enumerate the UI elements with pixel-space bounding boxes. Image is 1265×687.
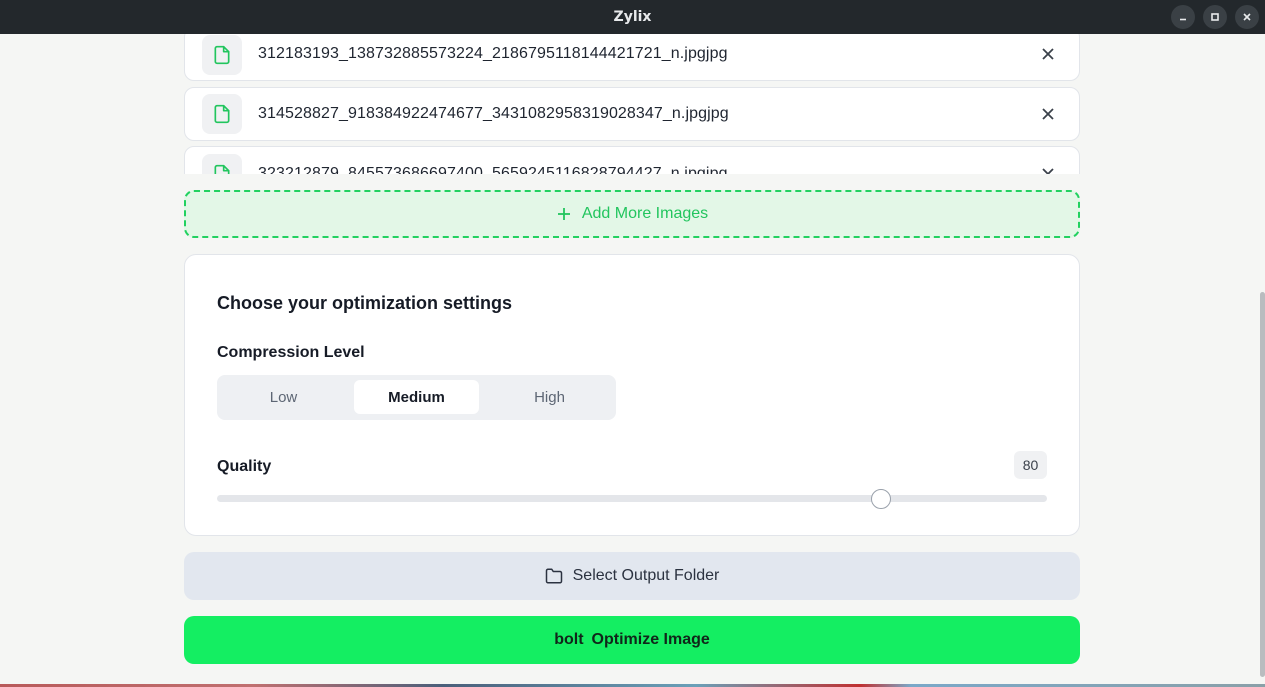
quality-slider-thumb[interactable] xyxy=(871,489,891,509)
file-name: 323212879_845573686697400_56592451168287… xyxy=(258,165,728,174)
window-controls xyxy=(1171,5,1259,29)
close-icon xyxy=(1243,13,1251,21)
file-icon xyxy=(202,94,242,134)
settings-title: Choose your optimization settings xyxy=(217,293,513,313)
remove-file-button[interactable] xyxy=(1039,165,1057,174)
select-output-folder-button[interactable]: Select Output Folder xyxy=(184,552,1080,600)
quality-slider-track[interactable] xyxy=(217,495,1047,502)
bolt-icon: bolt xyxy=(554,631,584,648)
file-icon xyxy=(202,35,242,75)
file-list-item: 312183193_138732885573224_21867951181444… xyxy=(184,34,1080,81)
optimization-settings-card: Choose your optimization settings Compre… xyxy=(184,254,1080,536)
minimize-icon xyxy=(1180,18,1186,21)
close-button[interactable] xyxy=(1235,5,1259,29)
maximize-button[interactable] xyxy=(1203,5,1227,29)
add-more-images-button[interactable]: Add More Images xyxy=(184,190,1080,238)
compression-option-medium[interactable]: Medium xyxy=(354,380,479,414)
compression-option-low[interactable]: Low xyxy=(221,380,346,414)
file-name: 312183193_138732885573224_21867951181444… xyxy=(258,45,728,62)
close-icon xyxy=(1042,168,1054,174)
file-list-item: 323212879_845573686697400_56592451168287… xyxy=(184,146,1080,174)
window-title: Zylix xyxy=(613,9,652,25)
close-icon xyxy=(1042,48,1054,60)
add-more-label: Add More Images xyxy=(581,205,709,222)
remove-file-button[interactable] xyxy=(1039,105,1057,123)
minimize-button[interactable] xyxy=(1171,5,1195,29)
file-icon xyxy=(202,154,242,174)
plus-icon xyxy=(557,208,570,220)
compression-option-high[interactable]: High xyxy=(487,380,612,414)
file-name: 314528827_918384922474677_34310829583190… xyxy=(258,105,729,122)
optimize-image-button[interactable]: bolt Optimize Image xyxy=(184,616,1080,664)
file-list-item: 314528827_918384922474677_34310829583190… xyxy=(184,87,1080,141)
folder-icon xyxy=(545,568,562,584)
compression-level-selector: Low Medium High xyxy=(217,375,616,420)
quality-label: Quality xyxy=(217,458,272,475)
main-content: 312183193_138732885573224_21867951181444… xyxy=(0,34,1265,687)
maximize-icon xyxy=(1211,13,1219,21)
quality-value: 80 xyxy=(1014,451,1047,479)
vertical-scrollbar[interactable] xyxy=(1260,292,1265,677)
compression-level-label: Compression Level xyxy=(217,344,365,361)
remove-file-button[interactable] xyxy=(1039,45,1057,63)
optimize-image-label: Optimize Image xyxy=(591,631,710,648)
select-output-folder-label: Select Output Folder xyxy=(572,567,720,584)
file-list[interactable]: 312183193_138732885573224_21867951181444… xyxy=(184,34,1080,174)
window-titlebar: Zylix xyxy=(0,0,1265,34)
close-icon xyxy=(1042,108,1054,120)
